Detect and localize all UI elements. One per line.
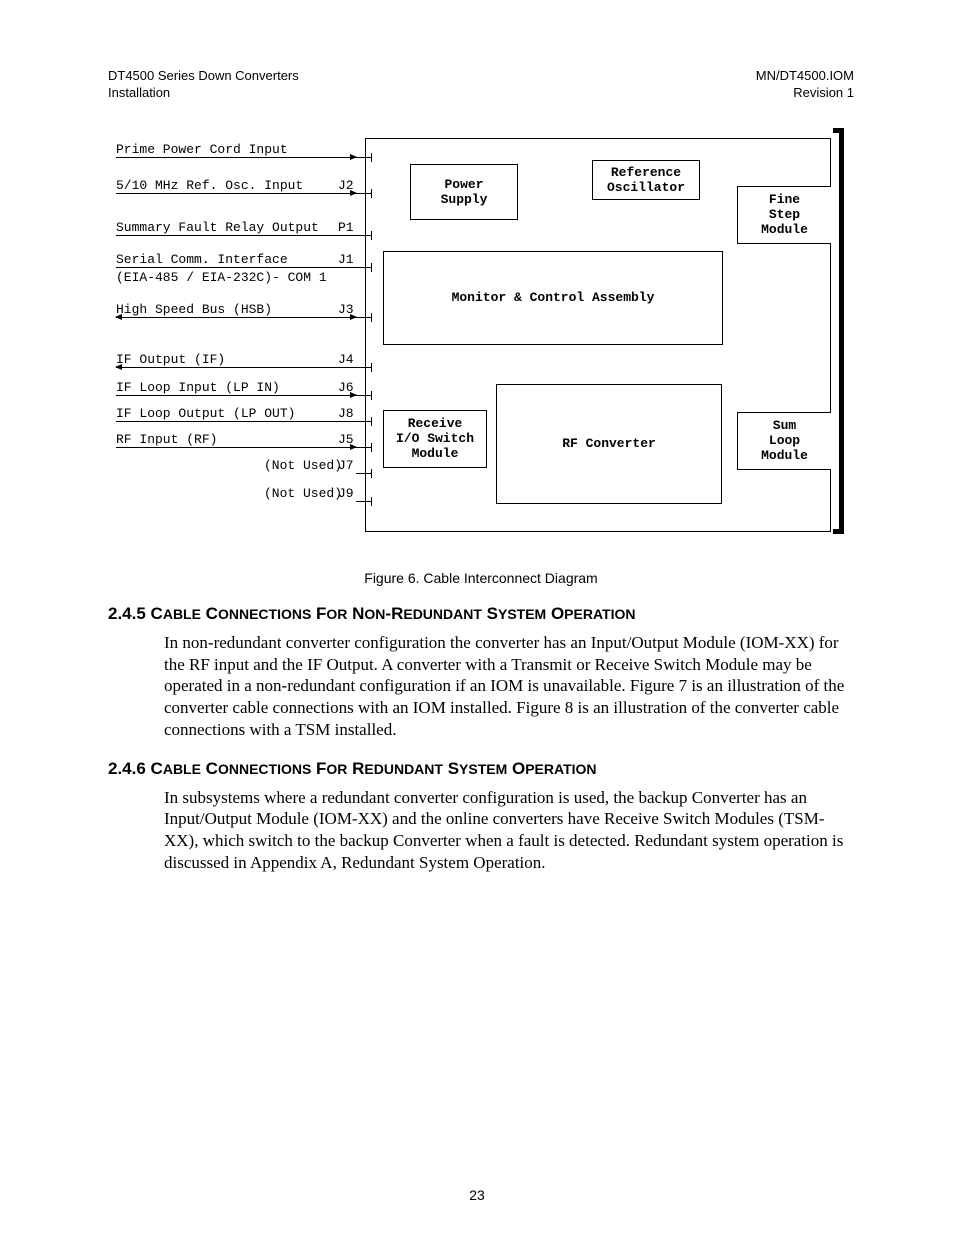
signal-label: Summary Fault Relay Output bbox=[116, 220, 319, 235]
section-body-246: In subsystems where a redundant converte… bbox=[164, 787, 854, 874]
chassis-stub bbox=[356, 501, 372, 502]
hdr-doc: MN/DT4500.IOM bbox=[756, 68, 854, 83]
connector-label: P1 bbox=[338, 220, 354, 235]
chassis-tick bbox=[371, 497, 372, 506]
chassis-stub bbox=[356, 447, 372, 448]
box-reference-oscillator: Reference Oscillator bbox=[592, 160, 700, 200]
hdr-product: DT4500 Series Down Converters bbox=[108, 68, 299, 83]
signal-arrow bbox=[116, 367, 356, 368]
section-body-245: In non-redundant converter configuration… bbox=[164, 632, 854, 741]
signal-sublabel: (EIA-485 / EIA-232C)- COM 1 bbox=[116, 270, 327, 285]
header-left: DT4500 Series Down Converters Installati… bbox=[108, 68, 299, 102]
chassis-tick bbox=[371, 469, 372, 478]
section-heading-245: 2.4.5 CABLE CONNECTIONS FOR NON-REDUNDAN… bbox=[108, 604, 854, 624]
page-header: DT4500 Series Down Converters Installati… bbox=[108, 68, 854, 102]
box-power-supply: Power Supply bbox=[410, 164, 518, 220]
signal-arrow bbox=[116, 193, 356, 194]
section-number: 2.4.5 bbox=[108, 604, 146, 623]
box-sum-loop-module: Sum Loop Module bbox=[737, 412, 831, 470]
chassis-stub bbox=[356, 367, 372, 368]
box-fine-step-module: Fine Step Module bbox=[737, 186, 831, 244]
chassis-tick bbox=[371, 417, 372, 426]
box-monitor-control-assembly: Monitor & Control Assembly bbox=[383, 251, 723, 345]
signal-label: IF Loop Input (LP IN) bbox=[116, 380, 280, 395]
chassis-tick bbox=[371, 189, 372, 198]
chassis-stub bbox=[356, 473, 372, 474]
signal-line bbox=[116, 421, 365, 422]
section-title: CABLE CONNECTIONS FOR REDUNDANT SYSTEM O… bbox=[151, 759, 597, 778]
connector-label: J1 bbox=[338, 252, 354, 267]
signal-arrow bbox=[116, 157, 356, 158]
chassis-tick bbox=[371, 363, 372, 372]
chassis-stub bbox=[356, 193, 372, 194]
box-rf-converter: RF Converter bbox=[496, 384, 722, 504]
signal-arrow bbox=[116, 447, 356, 448]
signal-label: (Not Used) bbox=[264, 458, 342, 473]
chassis-tick bbox=[371, 443, 372, 452]
chassis-stub bbox=[356, 421, 372, 422]
signal-line bbox=[116, 267, 365, 268]
section-number: 2.4.6 bbox=[108, 759, 146, 778]
connector-label: J7 bbox=[338, 458, 354, 473]
chassis-tick bbox=[371, 263, 372, 272]
signal-line bbox=[116, 235, 365, 236]
chassis-stub bbox=[356, 317, 372, 318]
section-heading-246: 2.4.6 CABLE CONNECTIONS FOR REDUNDANT SY… bbox=[108, 759, 854, 779]
figure-caption: Figure 6. Cable Interconnect Diagram bbox=[108, 570, 854, 586]
signal-label: Serial Comm. Interface bbox=[116, 252, 288, 267]
signal-label: IF Output (IF) bbox=[116, 352, 225, 367]
chassis-tick bbox=[371, 391, 372, 400]
signal-arrow bbox=[116, 395, 356, 396]
signal-label: IF Loop Output (LP OUT) bbox=[116, 406, 295, 421]
chassis-tick bbox=[371, 231, 372, 240]
connector-label: J4 bbox=[338, 352, 354, 367]
chassis-stub bbox=[356, 395, 372, 396]
signal-arrow bbox=[116, 317, 356, 318]
signal-label: 5/10 MHz Ref. Osc. Input bbox=[116, 178, 303, 193]
section-title: CABLE CONNECTIONS FOR NON-REDUNDANT SYST… bbox=[151, 604, 636, 623]
signal-label: (Not Used) bbox=[264, 486, 342, 501]
signal-label: Prime Power Cord Input bbox=[116, 142, 288, 157]
connector-label: J8 bbox=[338, 406, 354, 421]
hdr-section: Installation bbox=[108, 85, 170, 100]
signal-label: RF Input (RF) bbox=[116, 432, 217, 447]
chassis-stub bbox=[356, 267, 372, 268]
box-receive-io-switch-module: Receive I/O Switch Module bbox=[383, 410, 487, 468]
page-number: 23 bbox=[0, 1187, 954, 1203]
chassis-tick bbox=[371, 153, 372, 162]
chassis-edge bbox=[839, 128, 844, 534]
connector-label: J9 bbox=[338, 486, 354, 501]
signal-label: High Speed Bus (HSB) bbox=[116, 302, 272, 317]
chassis-stub bbox=[356, 157, 372, 158]
chassis-tick bbox=[371, 313, 372, 322]
chassis-stub bbox=[356, 235, 372, 236]
hdr-rev: Revision 1 bbox=[793, 85, 854, 100]
header-right: MN/DT4500.IOM Revision 1 bbox=[756, 68, 854, 102]
interconnect-diagram: Prime Power Cord Input 5/10 MHz Ref. Osc.… bbox=[112, 134, 832, 542]
